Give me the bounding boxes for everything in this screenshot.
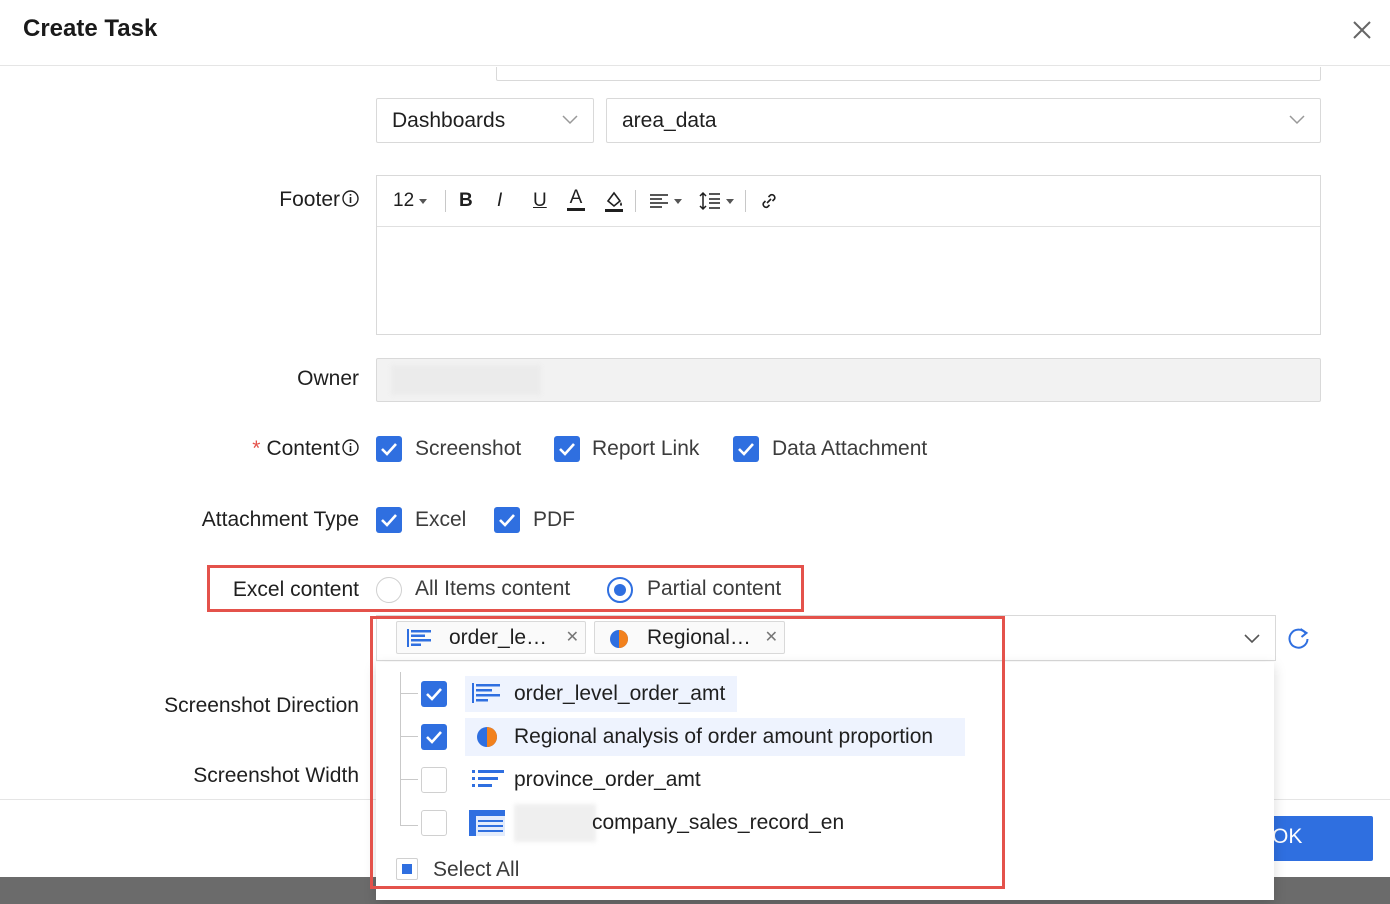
item-checkbox[interactable] — [421, 810, 447, 836]
item-checkbox[interactable] — [421, 767, 447, 793]
selected-tag: Regional… ✕ — [594, 621, 785, 654]
footer-label-text: Footer — [279, 188, 340, 211]
excel-option-label[interactable]: Excel — [415, 508, 466, 532]
items-multi-select[interactable]: order_le… ✕ Regional… ✕ — [376, 615, 1276, 661]
redacted-prefix — [514, 804, 596, 842]
all-items-option-label[interactable]: All Items content — [415, 577, 570, 601]
remove-tag-icon[interactable]: ✕ — [765, 627, 778, 647]
attachment-type-label: Attachment Type — [201, 508, 359, 531]
data-attachment-option-label[interactable]: Data Attachment — [772, 437, 927, 461]
font-size-dropdown[interactable]: 12 — [393, 188, 428, 214]
screenshot-width-label: Screenshot Width — [193, 764, 359, 787]
report-value: area_data — [622, 109, 717, 132]
bold-label: B — [459, 190, 473, 211]
selected-tag: order_le… ✕ — [396, 621, 586, 654]
content-label: * Content — [252, 437, 359, 461]
refresh-icon[interactable] — [1286, 626, 1311, 656]
underline-label: U — [533, 190, 547, 211]
footer-label: Footer — [279, 188, 359, 212]
required-mark: * — [252, 437, 261, 460]
report-type-value: Dashboards — [392, 109, 506, 132]
select-all-label[interactable]: Select All — [433, 858, 519, 882]
info-icon[interactable] — [342, 190, 359, 207]
chevron-down-icon[interactable] — [1243, 632, 1261, 646]
align-dropdown-icon[interactable] — [649, 188, 682, 214]
selected-tag-label: order_le… — [449, 626, 548, 649]
excel-checkbox[interactable] — [376, 507, 402, 533]
excel-content-label: Excel content — [232, 578, 359, 601]
table-icon — [469, 810, 505, 836]
ranking-list-icon — [472, 770, 504, 787]
font-size-value: 12 — [393, 190, 415, 211]
pie-chart-icon — [477, 727, 497, 747]
owner-value-redacted — [391, 365, 541, 395]
dialog-header: Create Task — [0, 0, 1390, 66]
italic-label: I — [497, 190, 503, 211]
report-link-option-label[interactable]: Report Link — [592, 437, 699, 461]
screenshot-direction-label: Screenshot Direction — [164, 694, 359, 717]
item-checkbox[interactable] — [421, 681, 447, 707]
bold-button[interactable]: B — [459, 188, 473, 214]
info-icon[interactable] — [342, 439, 359, 456]
list-item-label[interactable]: Regional analysis of order amount propor… — [514, 725, 933, 749]
chevron-down-icon — [562, 115, 578, 125]
chevron-down-icon — [1289, 115, 1305, 125]
screenshot-option-label[interactable]: Screenshot — [415, 437, 521, 461]
report-link-checkbox[interactable] — [554, 436, 580, 462]
bar-chart-icon — [407, 629, 431, 647]
items-dropdown-panel[interactable]: order_level_order_amt Regional analysis … — [376, 662, 1274, 900]
data-attachment-checkbox[interactable] — [733, 436, 759, 462]
partial-content-radio[interactable] — [607, 577, 633, 603]
editor-toolbar: 12 B I U A — [377, 176, 1320, 227]
pdf-option-label[interactable]: PDF — [533, 508, 575, 532]
pdf-checkbox[interactable] — [494, 507, 520, 533]
item-checkbox[interactable] — [421, 724, 447, 750]
font-color-button[interactable]: A — [567, 188, 585, 214]
owner-field — [376, 358, 1321, 402]
report-select[interactable]: area_data — [606, 98, 1321, 143]
list-item-label[interactable]: company_sales_record_en — [592, 811, 844, 835]
bar-chart-icon — [472, 683, 500, 703]
footer-rich-text-editor[interactable]: 12 B I U A — [376, 175, 1321, 335]
list-item-label[interactable]: province_order_amt — [514, 768, 701, 792]
list-item-label[interactable]: order_level_order_amt — [514, 682, 725, 706]
fill-color-icon[interactable] — [603, 188, 625, 214]
underline-button[interactable]: U — [533, 188, 547, 214]
pie-chart-icon — [610, 630, 628, 648]
selected-tag-label: Regional… — [647, 626, 751, 649]
remove-tag-icon[interactable]: ✕ — [566, 627, 579, 647]
line-height-dropdown-icon[interactable] — [699, 188, 734, 214]
all-items-radio[interactable] — [376, 577, 402, 603]
partially-hidden-field — [496, 67, 1321, 81]
partial-content-option-label[interactable]: Partial content — [647, 577, 781, 601]
report-type-select[interactable]: Dashboards — [376, 98, 594, 143]
font-color-label: A — [569, 187, 583, 208]
link-icon[interactable] — [759, 188, 779, 214]
close-icon[interactable] — [1348, 16, 1376, 44]
italic-button[interactable]: I — [497, 188, 502, 214]
screenshot-checkbox[interactable] — [376, 436, 402, 462]
dialog-title: Create Task — [23, 15, 158, 42]
owner-label: Owner — [297, 367, 359, 390]
content-label-text: Content — [266, 437, 340, 460]
select-all-checkbox[interactable] — [396, 858, 418, 880]
